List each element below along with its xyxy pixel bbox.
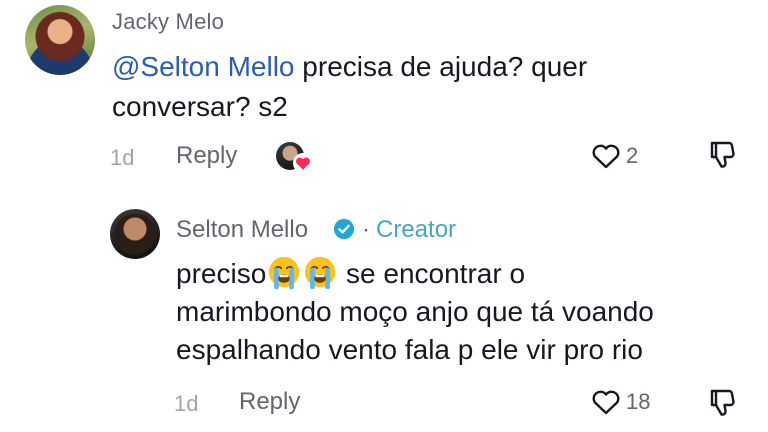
thumbs-down-outline-icon[interactable] <box>706 138 738 172</box>
badge-separator: · <box>362 216 370 243</box>
avatar-jacky-melo[interactable] <box>25 5 95 75</box>
avatar-selton-mello[interactable] <box>110 209 160 259</box>
reply-timestamp: 1d <box>174 391 199 416</box>
comment-timestamp: 1d <box>110 145 135 170</box>
comment-text-part2: conversar? s2 <box>112 91 288 122</box>
creator-label: Creator <box>376 216 457 243</box>
reply-button[interactable]: Reply <box>239 388 300 416</box>
crying-face-emoji-icon <box>305 256 336 289</box>
red-heart-icon <box>293 153 313 173</box>
verified-badge-icon <box>333 218 355 240</box>
comment-author[interactable]: Jacky Melo <box>112 9 224 35</box>
heart-outline-icon[interactable] <box>590 386 622 418</box>
reply-text-part3: marimbondo moço anjo que tá voando <box>176 296 654 327</box>
reply-text: preciso se encontrar o marimbondo moço a… <box>176 255 756 369</box>
comment-text-part1: precisa de ajuda? quer <box>294 51 588 82</box>
reply-button[interactable]: Reply <box>176 142 237 170</box>
heart-outline-icon[interactable] <box>590 140 622 172</box>
comment-text: @Selton Mello precisa de ajuda? quer con… <box>112 47 712 127</box>
reply-text-part4: espalhando vento fala p ele vir pro rio <box>176 334 643 365</box>
like-count: 2 <box>626 143 639 168</box>
reply-author[interactable]: Selton Mello <box>176 216 308 244</box>
reply-text-part2: se encontrar o <box>338 258 526 289</box>
mention-link[interactable]: @Selton Mello <box>112 51 295 82</box>
thumbs-down-outline-icon[interactable] <box>706 386 738 420</box>
reply-text-part1: preciso <box>176 258 267 289</box>
crying-face-emoji-icon <box>269 256 300 289</box>
like-count: 18 <box>626 389 651 414</box>
